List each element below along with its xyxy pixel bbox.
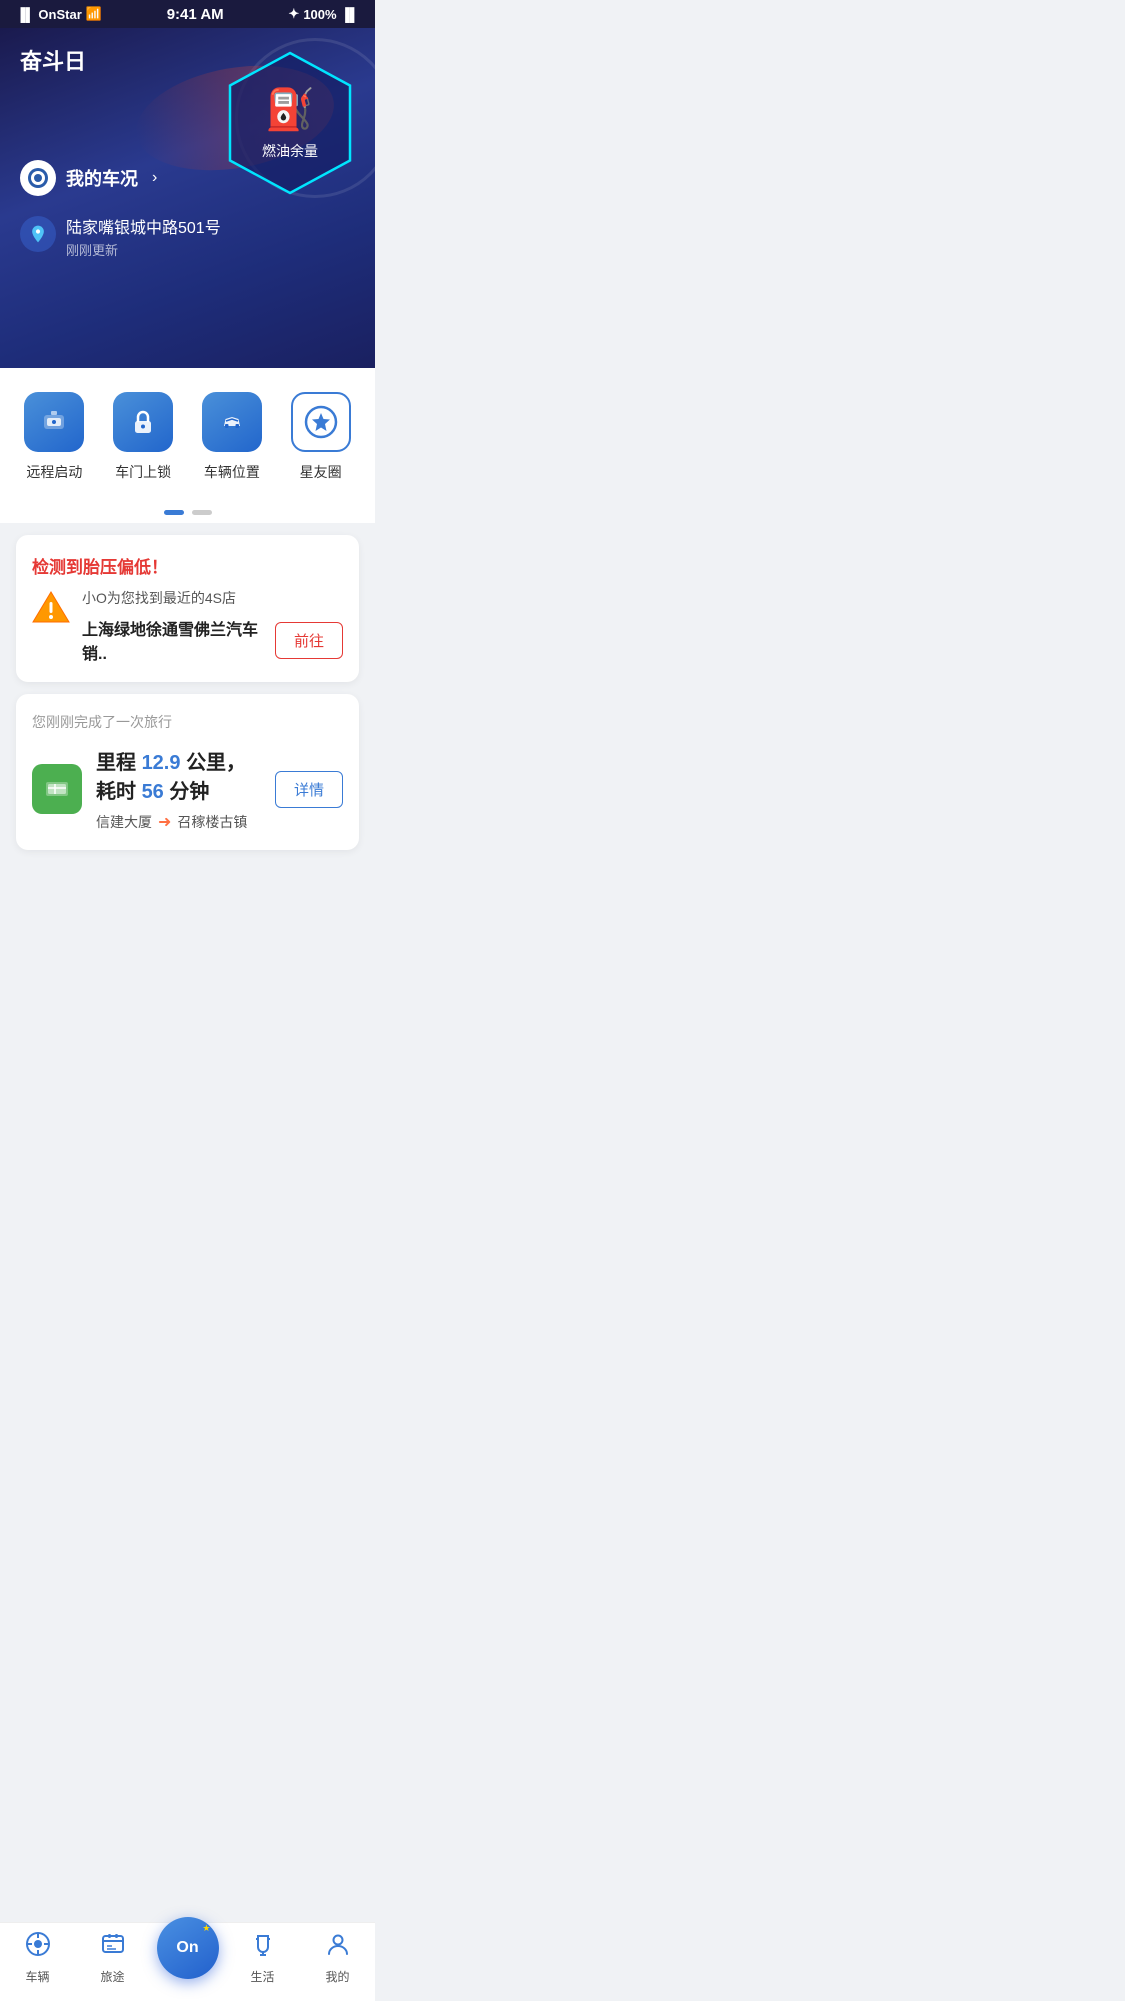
warning-triangle-icon [32, 590, 70, 632]
action-remote-start[interactable]: 远程启动 [10, 392, 99, 482]
alert-card: 检测到胎压偏低！ 小O为您找到最近的4S店 上海绿地徐通雪佛兰汽车销.. 前往 [16, 535, 359, 682]
trip-arrow-icon: ➜ [158, 812, 171, 832]
battery-label: 100% [303, 7, 336, 22]
star-circle-label: 星友圈 [300, 462, 342, 482]
fuel-hex-content: ⛽ 燃油余量 [262, 86, 318, 161]
alert-text-block: 小O为您找到最近的4S店 上海绿地徐通雪佛兰汽车销.. 前往 [82, 588, 343, 664]
location-text: 陆家嘴银城中路501号 刚刚更新 [66, 214, 221, 259]
trip-distance-value: 12.9 [142, 752, 181, 774]
vehicle-location-label: 车辆位置 [204, 462, 260, 482]
nav-journey[interactable]: 旅途 [75, 1931, 150, 1985]
wifi-icon: 📶 [86, 6, 102, 22]
bottom-nav: 车辆 旅途 ★ On [0, 1922, 375, 2001]
action-vehicle-location[interactable]: 车辆位置 [188, 392, 277, 482]
location-icon [20, 216, 56, 252]
door-lock-icon [113, 392, 173, 452]
alert-shop-name: 上海绿地徐通雪佛兰汽车销.. [82, 616, 265, 664]
mine-nav-icon [325, 1931, 351, 1964]
vehicle-status-label: 我的车况 [66, 165, 138, 191]
trip-route: 信建大厦 ➜ 召稼楼古镇 [96, 812, 261, 832]
trip-duration-unit: 分钟 [169, 781, 209, 803]
remote-start-icon [24, 392, 84, 452]
dot-2 [192, 510, 212, 515]
trip-header: 您刚刚完成了一次旅行 [32, 712, 343, 732]
location-updated: 刚刚更新 [66, 240, 221, 259]
quick-actions-grid: 远程启动 车门上锁 车辆位置 [0, 368, 375, 498]
alert-navigate-button[interactable]: 前往 [275, 622, 343, 659]
trip-icon [32, 764, 82, 814]
nav-mine[interactable]: 我的 [300, 1931, 375, 1985]
action-star-circle[interactable]: 星友圈 [276, 392, 365, 482]
status-bar: ▐▌ OnStar 📶 9:41 AM ✦ 100% ▐▌ [0, 0, 375, 28]
star-circle-icon [291, 392, 351, 452]
life-nav-icon [250, 1931, 276, 1964]
page-dots [0, 498, 375, 523]
onstar-star-icon: ★ [202, 1923, 210, 1934]
trip-body: 里程 12.9 公里，耗时 56 分钟 信建大厦 ➜ 召稼楼古镇 详情 [32, 746, 343, 832]
door-lock-label: 车门上锁 [115, 462, 171, 482]
trip-stats-prefix: 里程 [96, 752, 136, 774]
onstar-center-button[interactable]: ★ On [157, 1917, 219, 1979]
trip-to: 召稼楼古镇 [177, 812, 247, 832]
onstar-logo: On [176, 1940, 198, 1956]
nav-mine-label: 我的 [325, 1968, 349, 1985]
fuel-hex-container[interactable]: ⛽ 燃油余量 [225, 48, 355, 198]
journey-nav-icon [100, 1931, 126, 1964]
vehicle-location-icon [202, 392, 262, 452]
alert-body: 小O为您找到最近的4S店 上海绿地徐通雪佛兰汽车销.. 前往 [32, 588, 343, 664]
status-right: ✦ 100% ▐▌ [288, 6, 359, 22]
status-time: 9:41 AM [167, 6, 224, 23]
location-address: 陆家嘴银城中路501号 [66, 214, 221, 238]
alert-shop-row: 上海绿地徐通雪佛兰汽车销.. 前往 [82, 616, 343, 664]
fuel-label: 燃油余量 [262, 141, 318, 161]
status-left: ▐▌ OnStar 📶 [16, 6, 102, 22]
bluetooth-icon: ✦ [288, 6, 299, 22]
trip-duration-value: 56 [142, 781, 164, 803]
alert-description: 小O为您找到最近的4S店 [82, 588, 343, 608]
nav-journey-label: 旅途 [100, 1968, 124, 1985]
trip-info: 里程 12.9 公里，耗时 56 分钟 信建大厦 ➜ 召稼楼古镇 [96, 746, 261, 832]
nav-vehicle-label: 车辆 [25, 1968, 49, 1985]
nav-vehicle[interactable]: 车辆 [0, 1931, 75, 1985]
nav-life[interactable]: 生活 [225, 1931, 300, 1985]
hero-section: 奋斗日 ⛽ 燃油余量 我的车况 › [0, 28, 375, 368]
fuel-pump-icon: ⛽ [265, 86, 315, 133]
alert-title: 检测到胎压偏低！ [32, 553, 343, 578]
trip-details-button[interactable]: 详情 [275, 771, 343, 808]
vehicle-nav-icon [25, 1931, 51, 1964]
trip-from: 信建大厦 [96, 812, 152, 832]
buick-logo [20, 160, 56, 196]
nav-onstar-center[interactable]: ★ On [150, 1937, 225, 1979]
signal-icon: ▐▌ [16, 7, 34, 22]
action-door-lock[interactable]: 车门上锁 [99, 392, 188, 482]
trip-card: 您刚刚完成了一次旅行 里程 12.9 公里，耗时 56 分钟 [16, 694, 359, 850]
cards-section: 检测到胎压偏低！ 小O为您找到最近的4S店 上海绿地徐通雪佛兰汽车销.. 前往 … [0, 523, 375, 862]
trip-stats: 里程 12.9 公里，耗时 56 分钟 [96, 746, 261, 804]
battery-icon: ▐▌ [341, 7, 359, 22]
remote-start-label: 远程启动 [26, 462, 82, 482]
chevron-right-icon: › [152, 169, 157, 187]
nav-life-label: 生活 [250, 1968, 274, 1985]
carrier-label: OnStar [38, 7, 81, 22]
bottom-spacer [0, 862, 375, 952]
fuel-hexagon[interactable]: ⛽ 燃油余量 [225, 48, 355, 198]
location-row: 陆家嘴银城中路501号 刚刚更新 [0, 204, 375, 279]
dot-1 [164, 510, 184, 515]
